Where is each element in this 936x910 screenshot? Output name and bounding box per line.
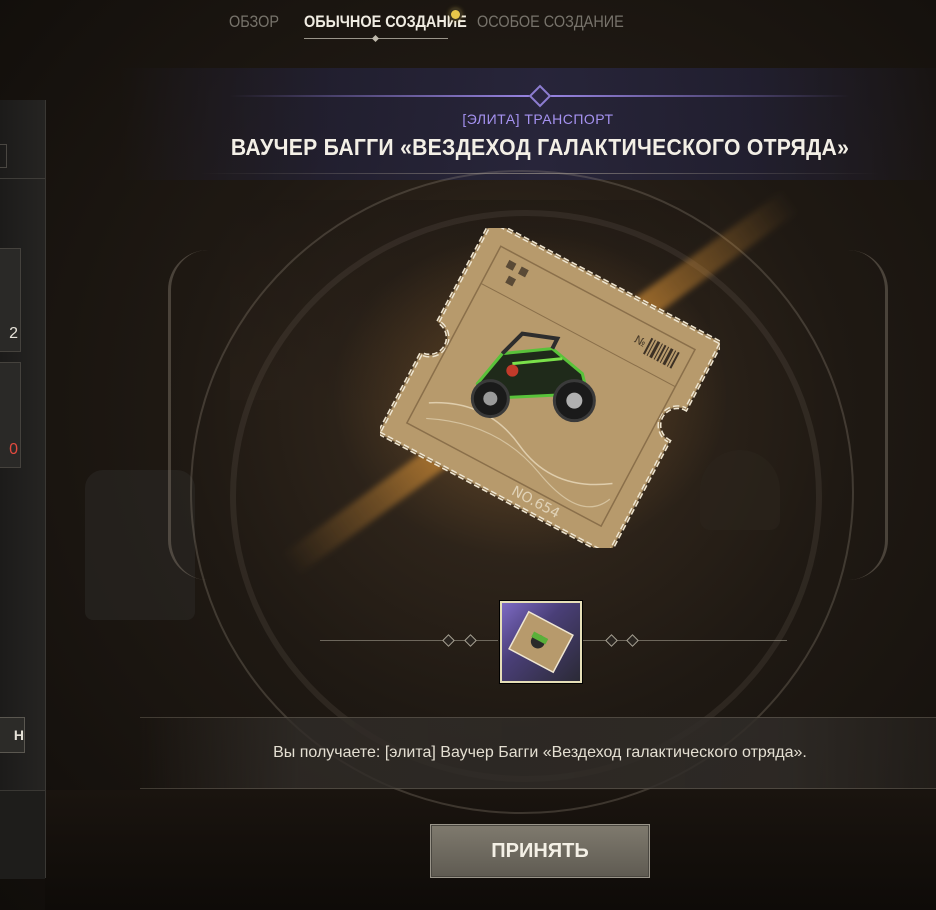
- sidebar-card-count-insufficient: 0: [9, 441, 18, 458]
- sidebar-card[interactable]: 0: [0, 362, 21, 468]
- sidebar-divider: [0, 178, 45, 179]
- item-category: [ЭЛИТА] ТРАНСПОРТ: [462, 111, 614, 127]
- sidebar-footer: [0, 790, 45, 879]
- reward-receive-text: Вы получаете: [элита] Ваучер Багги «Везд…: [273, 744, 807, 761]
- display-frame-left: [168, 250, 211, 580]
- tab-overview[interactable]: ОБЗОР: [229, 12, 279, 32]
- tab-normal-crafting[interactable]: ОБЫЧНОЕ СОЗДАНИЕ: [304, 12, 467, 32]
- item-title: ВАУЧЕР БАГГИ «ВЕЗДЕХОД ГАЛАКТИЧЕСКОГО ОТ…: [230, 134, 850, 160]
- sidebar-field[interactable]: [0, 144, 7, 168]
- tab-special-crafting[interactable]: ОСОБОЕ СОЗДАНИЕ: [477, 12, 624, 32]
- voucher-ticket-image: № NO.654: [380, 228, 720, 548]
- notification-dot-icon: [451, 10, 460, 19]
- active-tab-marker: [371, 34, 380, 43]
- display-frame-right: [845, 250, 888, 580]
- reward-thumbnail[interactable]: [500, 601, 582, 683]
- top-tabs: ОБЗОР ОБЫЧНОЕ СОЗДАНИЕ ОСОБОЕ СОЗДАНИЕ: [0, 10, 936, 43]
- accept-button[interactable]: ПРИНЯТЬ: [430, 824, 650, 878]
- voucher-thumbnail-icon: [508, 610, 574, 674]
- sidebar-card[interactable]: 2: [0, 248, 21, 352]
- sidebar-card-count: 2: [9, 325, 18, 342]
